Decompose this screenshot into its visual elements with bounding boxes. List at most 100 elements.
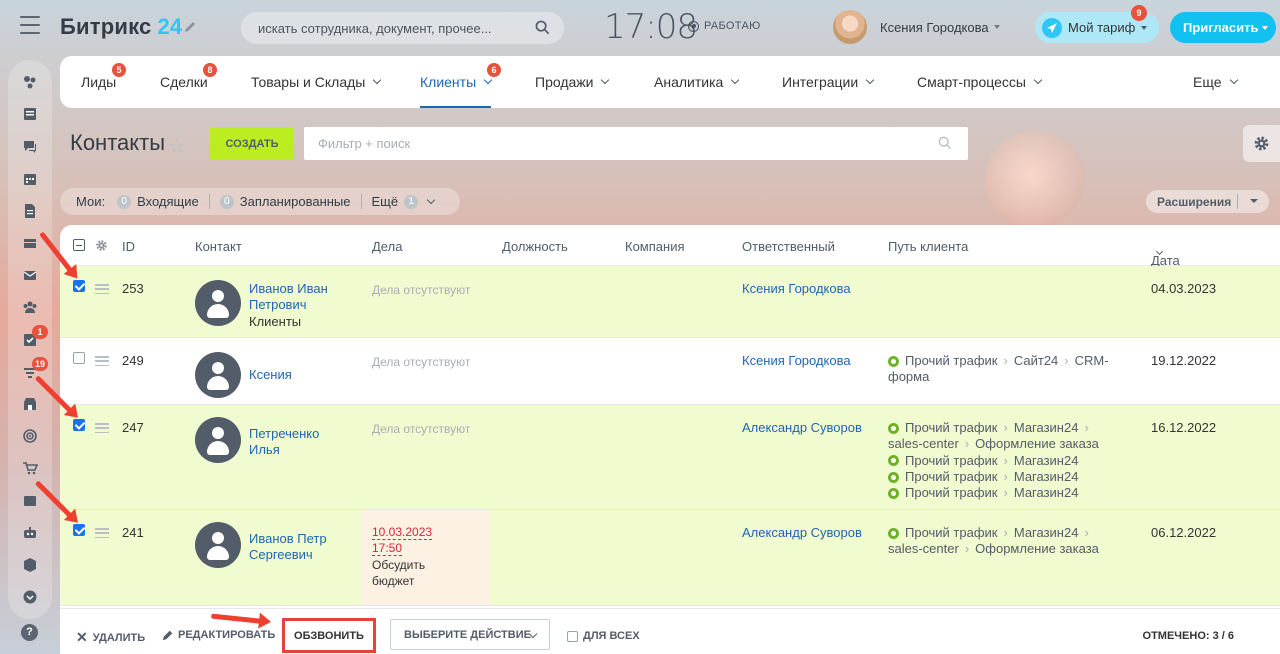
contact-name-line[interactable]: Илья — [249, 442, 280, 457]
deal-cell[interactable]: 10.03.2023 17:50 Обсудить бюджет — [361, 510, 490, 605]
column-id[interactable]: ID — [122, 239, 135, 254]
contact-name-line[interactable]: Сергеевич — [249, 547, 313, 562]
column-customer-path[interactable]: Путь клиента — [888, 239, 968, 254]
clock-time[interactable]: 17:08 — [604, 7, 698, 47]
favorite-star-icon[interactable]: ☆ — [168, 134, 186, 159]
counter-planned[interactable]: 0 Запланированные — [219, 194, 351, 209]
contacts-grid: ID Контакт Дела Должность Компания Ответ… — [60, 225, 1280, 654]
user-avatar[interactable] — [833, 10, 867, 44]
chevron-down-icon[interactable] — [1250, 199, 1258, 203]
column-deals[interactable]: Дела — [372, 239, 402, 254]
column-company[interactable]: Компания — [625, 239, 685, 254]
column-settings-gear-icon[interactable] — [95, 239, 108, 252]
sidebar-calendar-icon[interactable] — [15, 163, 45, 195]
drag-handle-icon[interactable] — [95, 528, 109, 538]
path-line: sales-center › Оформление заказа — [888, 436, 1099, 452]
column-position[interactable]: Должность — [502, 239, 568, 254]
sidebar-box-icon[interactable] — [15, 549, 45, 581]
menu-badge: 6 — [487, 63, 501, 77]
menu-item-clients[interactable]: Клиенты 6 — [420, 56, 501, 108]
sidebar-mail-icon[interactable] — [15, 259, 45, 291]
row-checkbox[interactable] — [73, 280, 85, 292]
settings-button[interactable] — [1243, 125, 1280, 162]
path-step: Магазин24 — [1013, 420, 1079, 435]
table-row[interactable]: 249 Ксения Дела отсутствуют Ксения Город… — [60, 338, 1280, 405]
sidebar-groups-icon[interactable] — [15, 291, 45, 323]
contact-name-line[interactable]: Иванов Иван — [249, 281, 328, 296]
contact-name[interactable]: Иванов Иван Петрович Клиенты — [249, 281, 328, 330]
extensions-button[interactable]: Расширения — [1146, 190, 1269, 213]
menu-item-products[interactable]: Товары и Склады — [251, 56, 382, 108]
sidebar-document-icon[interactable] — [15, 195, 45, 227]
contact-name-line[interactable]: Петреченко — [249, 426, 319, 441]
choose-action-select[interactable]: ВЫБЕРИТЕ ДЕЙСТВИЕ — [390, 619, 550, 650]
menu-item-smart-processes[interactable]: Смарт-процессы — [917, 56, 1043, 108]
edit-logo-pencil-icon[interactable] — [183, 20, 197, 34]
sidebar-more-icon[interactable] — [15, 581, 45, 613]
menu-item-label: Смарт-процессы — [917, 74, 1026, 90]
sidebar-drive-icon[interactable] — [15, 227, 45, 259]
column-contact[interactable]: Контакт — [195, 239, 242, 254]
sidebar-cart-icon[interactable] — [15, 452, 45, 484]
responsible-link[interactable]: Александр Суворов — [742, 420, 862, 436]
table-row[interactable]: 241 Иванов Петр Сергеевич 10.03.2023 17:50… — [60, 510, 1280, 606]
menu-item-more[interactable]: Еще — [1193, 56, 1238, 108]
app-logo[interactable]: Битрикс 24 — [60, 14, 182, 40]
column-responsible[interactable]: Ответственный — [742, 239, 835, 254]
menu-item-deals[interactable]: Сделки 8 — [160, 56, 217, 108]
close-icon: ✕ — [76, 629, 88, 645]
apply-for-all-checkbox[interactable]: ДЛЯ ВСЕХ — [567, 630, 640, 642]
drag-handle-icon[interactable] — [95, 356, 109, 366]
sidebar-robot-icon[interactable] — [15, 517, 45, 549]
contact-name[interactable]: Петреченко Илья — [249, 426, 319, 459]
menu-item-sales[interactable]: Продажи — [535, 56, 610, 108]
work-status[interactable]: РАБОТАЮ — [688, 20, 761, 32]
menu-item-leads[interactable]: Лиды 5 — [81, 56, 126, 108]
counter-more[interactable]: Ещё 1 — [372, 194, 436, 209]
sidebar-newspaper-icon[interactable] — [15, 98, 45, 130]
table-row[interactable]: 253 Иванов Иван Петрович Клиенты Дела отсу… — [60, 266, 1280, 338]
menu-item-integrations[interactable]: Интеграции — [782, 56, 875, 108]
invite-button[interactable]: Пригласить — [1170, 12, 1276, 43]
search-icon[interactable] — [535, 20, 550, 35]
create-button[interactable]: СОЗДАТЬ — [210, 127, 294, 160]
deal-time[interactable]: 17:50 — [372, 541, 403, 557]
sidebar-store-icon[interactable] — [15, 388, 45, 420]
responsible-link[interactable]: Александр Суворов — [742, 525, 862, 541]
call-all-button[interactable]: ОБЗВОНИТЬ — [282, 618, 376, 653]
checkbox-box[interactable] — [567, 630, 578, 642]
user-name[interactable]: Ксения Городкова — [880, 20, 989, 35]
contact-name-line[interactable]: Иванов Петр — [249, 531, 327, 546]
counter-incoming[interactable]: 0 Входящие — [117, 194, 199, 209]
responsible-link[interactable]: Ксения Городкова — [742, 353, 851, 369]
contact-name[interactable]: Иванов Петр Сергеевич — [249, 531, 327, 564]
menu-item-analytics[interactable]: Аналитика — [654, 56, 740, 108]
global-search-input[interactable]: искать сотрудника, документ, прочее... — [241, 12, 564, 44]
search-icon[interactable] — [938, 136, 952, 150]
drag-handle-icon[interactable] — [95, 284, 109, 294]
my-tariff-button[interactable]: Мой тариф 9 — [1035, 5, 1159, 43]
filter-search-input[interactable]: Фильтр + поиск — [304, 127, 968, 160]
contact-name[interactable]: Ксения — [249, 367, 292, 383]
sidebar-chat-icon[interactable] — [15, 130, 45, 162]
help-icon[interactable]: ? — [21, 624, 38, 641]
work-status-label: РАБОТАЮ — [704, 20, 761, 32]
contact-name-line[interactable]: Петрович — [249, 297, 307, 312]
table-row[interactable]: 247 Петреченко Илья Дела отсутствуют Алек… — [60, 405, 1280, 510]
edit-button[interactable]: РЕДАКТИРОВАТЬ — [162, 629, 275, 641]
delete-button[interactable]: ✕ УДАЛИТЬ — [76, 629, 145, 646]
deal-activity[interactable]: 10.03.2023 17:50 Обсудить бюджет — [372, 524, 433, 589]
deal-date[interactable]: 10.03.2023 — [372, 525, 433, 540]
chevron-down-icon — [1141, 26, 1147, 30]
sidebar-tasks-icon[interactable]: 1 — [15, 324, 48, 356]
menu-hamburger-icon[interactable] — [20, 16, 40, 34]
sidebar-feed-icon[interactable] — [15, 66, 45, 98]
select-all-checkbox[interactable] — [73, 239, 85, 251]
menu-badge: 8 — [203, 63, 217, 77]
user-menu-caret-icon[interactable] — [994, 25, 1000, 29]
drag-handle-icon[interactable] — [95, 423, 109, 433]
path-step: форма — [888, 369, 930, 385]
responsible-link[interactable]: Ксения Городкова — [742, 281, 851, 297]
sidebar-target-icon[interactable] — [15, 420, 45, 452]
row-checkbox[interactable] — [73, 352, 85, 364]
